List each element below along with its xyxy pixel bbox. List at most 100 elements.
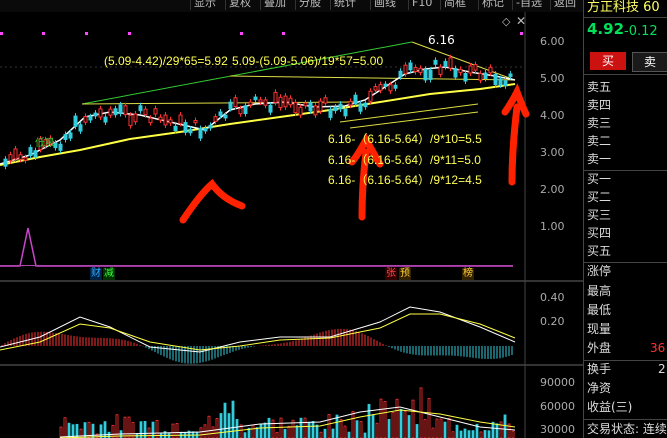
toolbar-watchlist[interactable]: -自选 bbox=[512, 0, 545, 10]
volume-bar bbox=[315, 424, 319, 438]
ask-level-1: 卖一 bbox=[587, 152, 612, 166]
sell-button[interactable]: 卖 bbox=[632, 52, 667, 72]
candle-body bbox=[418, 67, 423, 73]
candle-body bbox=[363, 102, 368, 108]
volume-bar bbox=[319, 431, 323, 438]
candle-body bbox=[243, 105, 248, 115]
candle-body bbox=[413, 67, 418, 73]
candle-body bbox=[463, 73, 468, 82]
volume-bar bbox=[127, 416, 131, 438]
candle-body bbox=[493, 73, 498, 86]
candle-body bbox=[443, 60, 448, 68]
event-tag-rise[interactable]: 张 bbox=[385, 268, 397, 280]
volume-bar bbox=[355, 420, 359, 438]
candle-body bbox=[343, 108, 348, 117]
support-line-2 bbox=[349, 111, 479, 129]
candle-body bbox=[288, 97, 293, 106]
close-icon[interactable]: ✕ bbox=[516, 14, 526, 28]
toolbar-mark[interactable]: 标记 bbox=[478, 0, 507, 10]
candle-body bbox=[153, 108, 158, 115]
candle-body bbox=[23, 157, 28, 161]
event-tag-list[interactable]: 榜 bbox=[462, 268, 474, 280]
volume-bar bbox=[363, 432, 367, 438]
volume-bar bbox=[215, 418, 219, 438]
diamond-icon[interactable]: ◇ bbox=[502, 15, 510, 28]
event-tag-finance[interactable]: 财 bbox=[90, 268, 102, 280]
candle-body bbox=[188, 128, 193, 134]
toolbar-display[interactable]: 显示 bbox=[190, 0, 219, 10]
toolbar-draw[interactable]: 画线 bbox=[370, 0, 399, 10]
candle-body bbox=[158, 116, 163, 121]
toolbar-stats[interactable]: 统计 bbox=[330, 0, 359, 10]
candle-body bbox=[378, 84, 383, 91]
volume-tick: 60000 bbox=[540, 400, 575, 413]
volume-bars bbox=[59, 387, 515, 438]
candle-body bbox=[8, 154, 13, 162]
candle-body bbox=[273, 91, 278, 103]
candle-body bbox=[348, 100, 353, 106]
volume-bar bbox=[299, 417, 303, 438]
volume-bar bbox=[411, 399, 415, 438]
candle-body bbox=[18, 154, 23, 160]
volume-bar bbox=[255, 427, 259, 438]
candle-body bbox=[118, 104, 123, 115]
toolbar-f10[interactable]: F10 bbox=[408, 0, 435, 10]
candle-body bbox=[498, 78, 503, 86]
toolbar-adjust[interactable]: 复权 bbox=[225, 0, 254, 10]
candle-body bbox=[238, 108, 243, 115]
candle-body bbox=[233, 97, 238, 108]
candle-body bbox=[258, 99, 263, 103]
toolbar-overlay[interactable]: 叠加 bbox=[260, 0, 289, 10]
volume-bar bbox=[427, 397, 431, 438]
volume-bar bbox=[499, 421, 503, 438]
candle-body bbox=[138, 105, 143, 112]
volume-bar bbox=[243, 432, 247, 438]
buy-button[interactable]: 买 bbox=[590, 52, 626, 70]
volume-bar bbox=[259, 423, 263, 438]
volume-bar bbox=[79, 428, 83, 438]
candle-body bbox=[198, 127, 203, 139]
toolbar-stock[interactable]: 分股 bbox=[295, 0, 324, 10]
candle-body bbox=[83, 116, 88, 123]
candle-body bbox=[448, 57, 453, 69]
candle-body bbox=[488, 66, 493, 74]
volume-bar bbox=[107, 431, 111, 438]
candle-body bbox=[453, 68, 458, 78]
candle-body bbox=[223, 114, 228, 119]
candle-body bbox=[428, 69, 433, 80]
volume-now-label: 现量 bbox=[587, 322, 612, 336]
volume-bar bbox=[447, 417, 451, 438]
volume-bar bbox=[91, 423, 95, 438]
event-tag-reduce[interactable]: 减 bbox=[103, 268, 115, 280]
volume-bar bbox=[443, 421, 447, 438]
candle-body bbox=[113, 108, 118, 116]
volume-bar bbox=[227, 413, 231, 438]
formula-annotation-e: 6.16-（6.16-5.64）/9*12=4.5 bbox=[328, 173, 482, 187]
formula-annotation-c: 6.16-（6.16-5.64）/9*10=5.5 bbox=[328, 132, 482, 146]
volume-bar bbox=[311, 420, 315, 438]
volume-bar bbox=[123, 416, 127, 438]
volume-bar bbox=[483, 430, 487, 438]
price-tick: 4.00 bbox=[540, 109, 565, 122]
candle-body bbox=[268, 104, 273, 113]
chart-canvas[interactable]: 6.16 低吸 bbox=[0, 12, 583, 438]
outer-volume-value: 36 bbox=[650, 341, 666, 355]
volume-bar bbox=[303, 417, 307, 438]
volume-bar bbox=[359, 421, 363, 438]
volume-bar bbox=[351, 410, 355, 438]
candle-body bbox=[63, 133, 68, 140]
volume-bar bbox=[343, 425, 347, 438]
candle-body bbox=[143, 108, 148, 116]
current-price: 4.92 bbox=[587, 20, 625, 38]
candle-body bbox=[283, 95, 288, 108]
candle-body bbox=[193, 120, 198, 124]
toolbar-back[interactable]: 返回 bbox=[550, 0, 579, 10]
volume-bar bbox=[495, 423, 499, 438]
candle-body bbox=[478, 72, 483, 81]
candle-body bbox=[308, 102, 313, 112]
event-tag-forecast[interactable]: 预 bbox=[399, 268, 411, 280]
ask-level-2: 卖二 bbox=[587, 134, 612, 148]
volume-bar bbox=[263, 422, 267, 438]
volume-bar bbox=[175, 423, 179, 438]
toolbar-simple[interactable]: 简框 bbox=[440, 0, 469, 10]
